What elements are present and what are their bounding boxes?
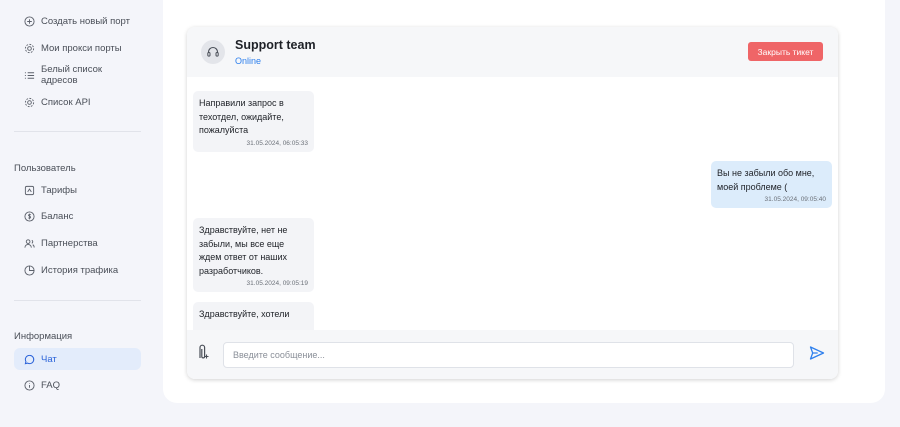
sidebar-divider: [14, 131, 141, 132]
info-icon: [24, 379, 35, 391]
tariff-icon: [24, 185, 35, 196]
message-text: Вы не забыли обо мне, моей проблеме (: [717, 168, 815, 192]
message-incoming: Здравствуйте, нет не забыли, мы все еще …: [193, 218, 314, 292]
sidebar-item-whitelist[interactable]: Белый список адресов: [14, 64, 141, 86]
chat-header: Support team Online Закрыть тикет: [187, 27, 838, 77]
sidebar-item-label: Белый список адресов: [41, 64, 103, 86]
plus-circle-icon: [24, 15, 35, 27]
message-incoming: Здравствуйте, хотели: [193, 302, 314, 330]
list-icon: [24, 70, 35, 81]
sidebar-item-label: История трафика: [41, 264, 119, 276]
sidebar: Создать новый порт Мои прокси порты Белы…: [0, 0, 155, 427]
sidebar-item-label: Мои прокси порты: [41, 42, 122, 54]
sidebar-item-label: Баланс: [41, 210, 74, 222]
sidebar-item-label: Партнерства: [41, 237, 98, 249]
partners-icon: [24, 238, 35, 249]
sidebar-item-create-port[interactable]: Создать новый порт: [14, 10, 141, 32]
agent-name: Support team: [235, 38, 316, 52]
headset-icon: [207, 46, 219, 57]
sidebar-item-balance[interactable]: Баланс: [14, 205, 141, 227]
sidebar-section-info-title: Информация: [14, 331, 73, 342]
chart-icon: [24, 264, 35, 276]
sidebar-item-label: Список API: [41, 96, 91, 108]
message-input[interactable]: [223, 342, 794, 368]
sidebar-divider: [14, 300, 141, 301]
sidebar-item-label: Чат: [41, 353, 57, 365]
page-title-cropped: ▀▀▀▀ ▀▀▀▀▀: [190, 0, 320, 5]
sidebar-item-api-list[interactable]: Список API: [14, 91, 141, 113]
chat-window: Support team Online Закрыть тикет Направ…: [187, 27, 838, 379]
attach-icon[interactable]: [196, 343, 210, 361]
sidebar-item-label: Тарифы: [41, 184, 77, 196]
message-time: 31.05.2024, 09:05:40: [764, 196, 826, 203]
message-list: Направили запрос в техотдел, ожидайте, п…: [187, 77, 838, 330]
message-text: Здравствуйте, хотели: [199, 309, 290, 319]
message-incoming: Направили запрос в техотдел, ожидайте, п…: [193, 91, 314, 152]
message-text: Направили запрос в техотдел, ожидайте, п…: [199, 98, 284, 135]
gear-icon: [24, 97, 35, 108]
sidebar-item-traffic-history[interactable]: История трафика: [14, 259, 141, 281]
message-text: Здравствуйте, нет не забыли, мы все еще …: [199, 225, 288, 276]
sidebar-item-label: FAQ: [41, 379, 61, 391]
agent-status: Online: [235, 56, 262, 66]
sidebar-item-proxy-ports[interactable]: Мои прокси порты: [14, 37, 141, 59]
message-time: 31.05.2024, 09:05:19: [246, 280, 308, 287]
sidebar-item-label: Создать новый порт: [41, 15, 130, 27]
agent-avatar: [201, 40, 225, 64]
message-composer: [187, 330, 838, 379]
chat-icon: [24, 354, 35, 365]
close-ticket-button[interactable]: Закрыть тикет: [748, 42, 823, 61]
sidebar-section-user-title: Пользователь: [14, 163, 76, 174]
dollar-icon: [24, 210, 35, 222]
sidebar-item-tariffs[interactable]: Тарифы: [14, 179, 141, 201]
sidebar-item-partners[interactable]: Партнерства: [14, 232, 141, 254]
send-icon[interactable]: [809, 345, 825, 361]
sidebar-item-chat[interactable]: Чат: [14, 348, 141, 370]
gear-icon: [24, 43, 35, 54]
sidebar-item-faq[interactable]: FAQ: [14, 374, 141, 396]
message-outgoing: Вы не забыли обо мне, моей проблеме ( 31…: [711, 161, 832, 208]
message-time: 31.05.2024, 06:05:33: [246, 139, 308, 147]
